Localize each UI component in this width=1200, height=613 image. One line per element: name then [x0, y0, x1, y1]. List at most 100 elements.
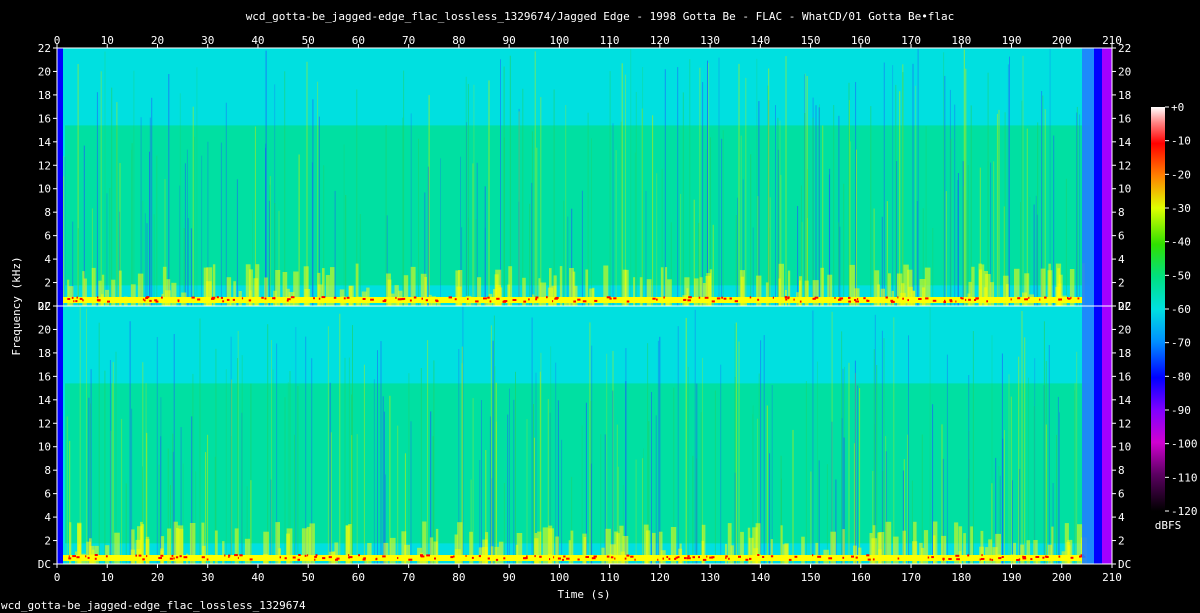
x-tick-label: 110 [600, 571, 620, 584]
x-tick-label-top: 80 [452, 34, 465, 47]
x-tick-label: 190 [1002, 571, 1022, 584]
y-tick-label: 22 [38, 300, 51, 313]
y-tick-label-right: 20 [1118, 65, 1131, 78]
x-tick-label: 10 [101, 571, 114, 584]
x-tick-label-top: 90 [503, 34, 516, 47]
colorbar-tick-label: -80 [1171, 370, 1191, 383]
x-tick-label: 160 [851, 571, 871, 584]
y-tick-label: 2 [44, 277, 51, 290]
colorbar-tick-label: -20 [1171, 168, 1191, 181]
x-tick-label-top: 30 [201, 34, 214, 47]
y-tick-label-right: 12 [1118, 417, 1131, 430]
y-tick-label-right: 8 [1118, 464, 1125, 477]
colorbar-tick-label: -90 [1171, 404, 1191, 417]
y-tick-label: 18 [38, 347, 51, 360]
y-tick-label-right: 18 [1118, 347, 1131, 360]
spectrum-tail [1094, 48, 1102, 306]
x-tick-label-top: 0 [54, 34, 61, 47]
spectrum-silence [1102, 306, 1112, 564]
y-tick-label-right: 12 [1118, 159, 1131, 172]
spectrum-fade-out [1082, 306, 1094, 564]
colorbar-ticks: +0 -10 -20 -30 -40 -50 -60 -70 -80 -90 -100 -110 -12… [1165, 101, 1198, 518]
spectrum-start-edge [57, 306, 63, 564]
chart-title: wcd_gotta-be_jagged-edge_flac_lossless_1… [246, 10, 955, 23]
colorbar [1151, 107, 1165, 511]
x-tick-label-top: 120 [650, 34, 670, 47]
y-tick-label: 20 [38, 65, 51, 78]
colorbar-tick-label: -110 [1171, 471, 1198, 484]
x-tick-label: 80 [452, 571, 465, 584]
x-tick-label-top: 70 [402, 34, 415, 47]
y-tick-label: 6 [44, 230, 51, 243]
x-tick-label-top: 60 [352, 34, 365, 47]
colorbar-tick-label: -40 [1171, 236, 1191, 249]
y-tick-label: DC [38, 558, 51, 571]
y-tick-label-right: 16 [1118, 370, 1131, 383]
spectrum-bass-band [63, 297, 1083, 303]
y-tick-label: 20 [38, 323, 51, 336]
x-tick-label: 210 [1102, 571, 1122, 584]
y-tick-label: 4 [44, 253, 51, 266]
colorbar-tick-label: -10 [1171, 135, 1191, 148]
colorbar-tick-label: -120 [1171, 505, 1198, 518]
y-tick-label: 8 [44, 206, 51, 219]
colorbar-label: dBFS [1155, 519, 1182, 532]
x-tick-label-top: 150 [801, 34, 821, 47]
y-tick-label: 12 [38, 159, 51, 172]
y-tick-label: 2 [44, 535, 51, 548]
y-tick-label: 6 [44, 488, 51, 501]
y-tick-label: 22 [38, 42, 51, 55]
y-tick-label-right: 6 [1118, 488, 1125, 501]
spectrum-start-edge [57, 48, 63, 306]
y-tick-label-right: DC [1118, 558, 1131, 571]
x-tick-label-top: 190 [1002, 34, 1022, 47]
x-tick-label: 170 [901, 571, 921, 584]
y-tick-label-right: 20 [1118, 323, 1131, 336]
colorbar-tick-label: -70 [1171, 337, 1191, 350]
y-tick-label-right: 16 [1118, 112, 1131, 125]
x-tick-label: 140 [750, 571, 770, 584]
y-tick-label-right: 14 [1118, 136, 1132, 149]
channel-1 [56, 47, 1113, 307]
spectrum-silence [1102, 48, 1112, 306]
y-tick-label: 4 [44, 511, 51, 524]
y-tick-label: 16 [38, 112, 51, 125]
spectrum-mid-band [65, 383, 1090, 544]
y-tick-label: 14 [38, 394, 52, 407]
y-tick-label: 10 [38, 441, 51, 454]
y-tick-label: 12 [38, 417, 51, 430]
spectrum-bass-band [63, 555, 1083, 561]
y-tick-label-right: 22 [1118, 300, 1131, 313]
x-axis-label: Time (s) [558, 588, 611, 601]
x-tick-label-top: 160 [851, 34, 871, 47]
colorbar-tick-label: +0 [1171, 101, 1184, 114]
x-tick-label: 200 [1052, 571, 1072, 584]
x-tick-label-top: 110 [600, 34, 620, 47]
spectrum-tail [1094, 306, 1102, 564]
x-tick-label-top: 40 [251, 34, 264, 47]
x-tick-label-top: 10 [101, 34, 114, 47]
y-tick-label: 18 [38, 89, 51, 102]
x-tick-label: 60 [352, 571, 365, 584]
colorbar-tick-label: -50 [1171, 269, 1191, 282]
x-tick-label-top: 130 [700, 34, 720, 47]
y-tick-label: 8 [44, 464, 51, 477]
x-tick-label: 130 [700, 571, 720, 584]
colorbar-tick-label: -60 [1171, 303, 1191, 316]
x-tick-label: 30 [201, 571, 214, 584]
y-axis-label: Frequency (kHz) [10, 256, 23, 355]
spectrogram-chart: wcd_gotta-be_jagged-edge_flac_lossless_1… [10, 10, 1198, 601]
y-tick-label-right: 6 [1118, 230, 1125, 243]
x-tick-label: 70 [402, 571, 415, 584]
x-tick-label-top: 200 [1052, 34, 1072, 47]
y-tick-label-right: 10 [1118, 441, 1131, 454]
y-tick-label-right: 22 [1118, 42, 1131, 55]
x-tick-label: 0 [54, 571, 61, 584]
x-tick-label: 40 [251, 571, 264, 584]
y-tick-label-right: 4 [1118, 253, 1125, 266]
x-tick-label-top: 20 [151, 34, 164, 47]
spectrum-mid-band [65, 125, 1090, 286]
x-tick-label-top: 170 [901, 34, 921, 47]
y-tick-label-right: 4 [1118, 511, 1125, 524]
y-tick-label-right: 14 [1118, 394, 1132, 407]
